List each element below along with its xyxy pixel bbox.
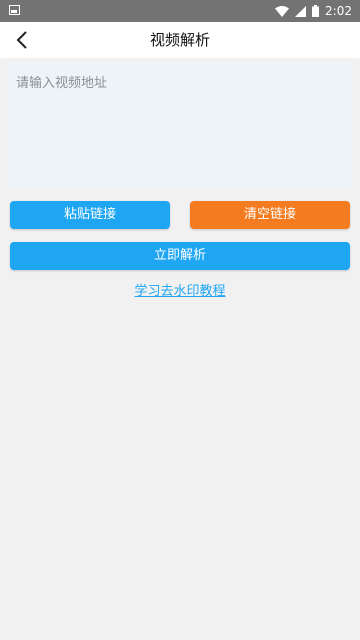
clear-link-button[interactable]: 清空链接 — [190, 201, 350, 229]
battery-icon — [312, 5, 320, 17]
page-title: 视频解析 — [149, 31, 210, 49]
wifi-icon — [275, 5, 290, 17]
status-bar: 2:02 — [0, 0, 360, 22]
status-time: 2:02 — [325, 4, 352, 18]
parse-now-button[interactable]: 立即解析 — [10, 242, 350, 270]
app-bar: 视频解析 — [0, 22, 360, 58]
notification-icon — [9, 5, 20, 15]
signal-icon — [295, 5, 307, 17]
watermark-tutorial-link[interactable]: 学习去水印教程 — [0, 280, 360, 299]
video-url-input[interactable] — [8, 62, 352, 190]
status-icons: 2:02 — [275, 0, 352, 22]
paste-link-button[interactable]: 粘贴链接 — [10, 201, 170, 229]
